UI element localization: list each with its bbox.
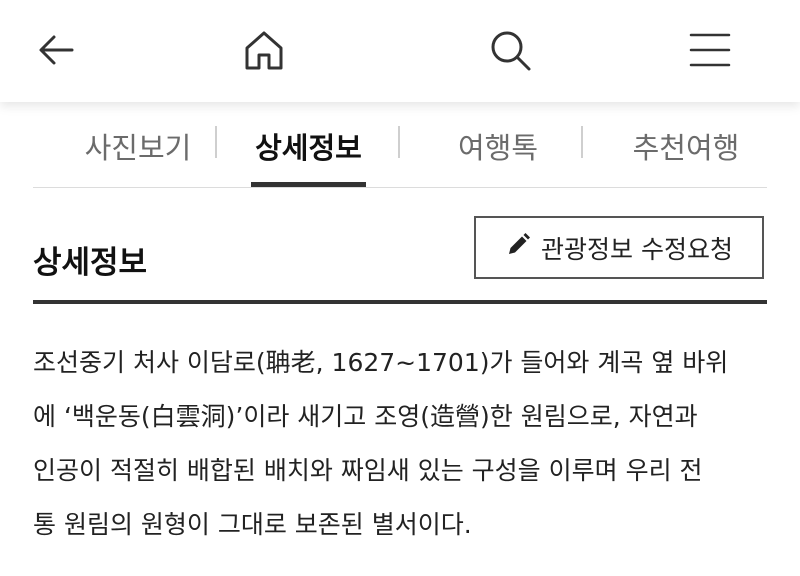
back-button[interactable] [26, 20, 86, 80]
tab-recommended-trips[interactable]: 추천여행 [611, 104, 761, 187]
tab-separator [215, 126, 217, 158]
tab-separator [581, 126, 583, 158]
description-line: 인공이 적절히 배합된 배치와 짜임새 있는 구성을 이루며 우리 전 [33, 456, 703, 485]
search-icon [487, 27, 533, 73]
hamburger-menu-icon [687, 27, 733, 73]
section-divider [33, 300, 767, 304]
arrow-left-icon [34, 28, 78, 72]
tab-photos[interactable]: 사진보기 [58, 104, 218, 187]
description-text: 조선중기 처사 이담로(聃老, 1627~1701)가 들어와 계곡 옆 바위 … [33, 336, 773, 552]
description-line: 에 ‘백운동(白雲洞)’이라 새기고 조영(造營)한 원림으로, 자연과 [33, 402, 698, 431]
pencil-icon [505, 232, 531, 264]
tab-details[interactable]: 상세정보 [251, 104, 366, 187]
detail-tabs: 사진보기 상세정보 여행톡 추천여행 [33, 104, 767, 188]
description-line: 조선중기 처사 이담로(聃老, 1627~1701)가 들어와 계곡 옆 바위 [33, 348, 729, 377]
section-title: 상세정보 [33, 245, 148, 281]
top-navigation-bar [0, 0, 800, 102]
menu-button[interactable] [680, 20, 740, 80]
description-line: 통 원림의 원형이 그대로 보존된 별서이다. [33, 510, 472, 539]
home-icon [241, 27, 287, 73]
edit-request-label: 관광정보 수정요청 [541, 234, 733, 264]
search-button[interactable] [480, 20, 540, 80]
edit-request-button[interactable]: 관광정보 수정요청 [474, 216, 764, 279]
tab-travel-talk[interactable]: 여행톡 [433, 104, 563, 187]
home-button[interactable] [234, 20, 294, 80]
tab-separator [398, 126, 400, 158]
